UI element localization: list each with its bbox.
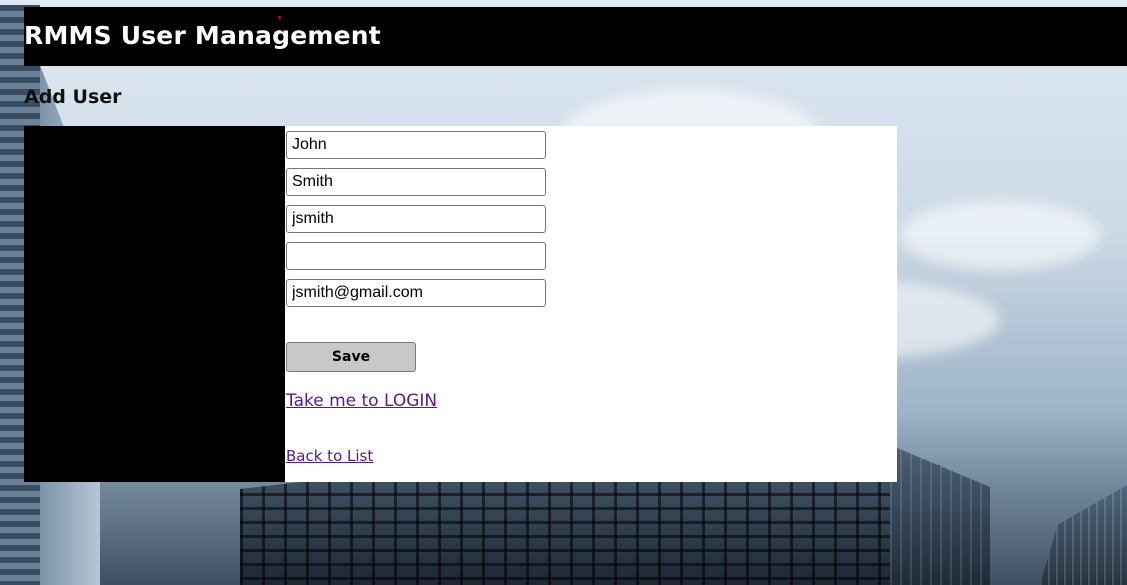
email-input[interactable] (286, 279, 546, 307)
password-input[interactable] (286, 242, 546, 270)
red-dot-marker (278, 16, 281, 19)
login-link[interactable]: Take me to LOGIN (286, 391, 437, 411)
last-name-input[interactable] (286, 168, 546, 196)
add-user-form: First name: Last name: Username: Passwor… (24, 126, 897, 482)
username-label: Username: (658, 210, 737, 227)
save-button[interactable]: Save (286, 342, 416, 372)
username-input[interactable] (286, 205, 546, 233)
email-label: Email: (692, 284, 737, 301)
page-title: Add User (24, 86, 122, 108)
app-header: RMMS User Management (24, 7, 1127, 66)
app-title: RMMS User Management (24, 21, 381, 50)
password-label: Password: (662, 247, 737, 264)
first-name-input[interactable] (286, 131, 546, 159)
back-to-list-link[interactable]: Back to List (286, 447, 373, 465)
label-column (24, 126, 285, 482)
first-name-label: First name: (656, 136, 737, 153)
last-name-label: Last name: (657, 173, 737, 190)
